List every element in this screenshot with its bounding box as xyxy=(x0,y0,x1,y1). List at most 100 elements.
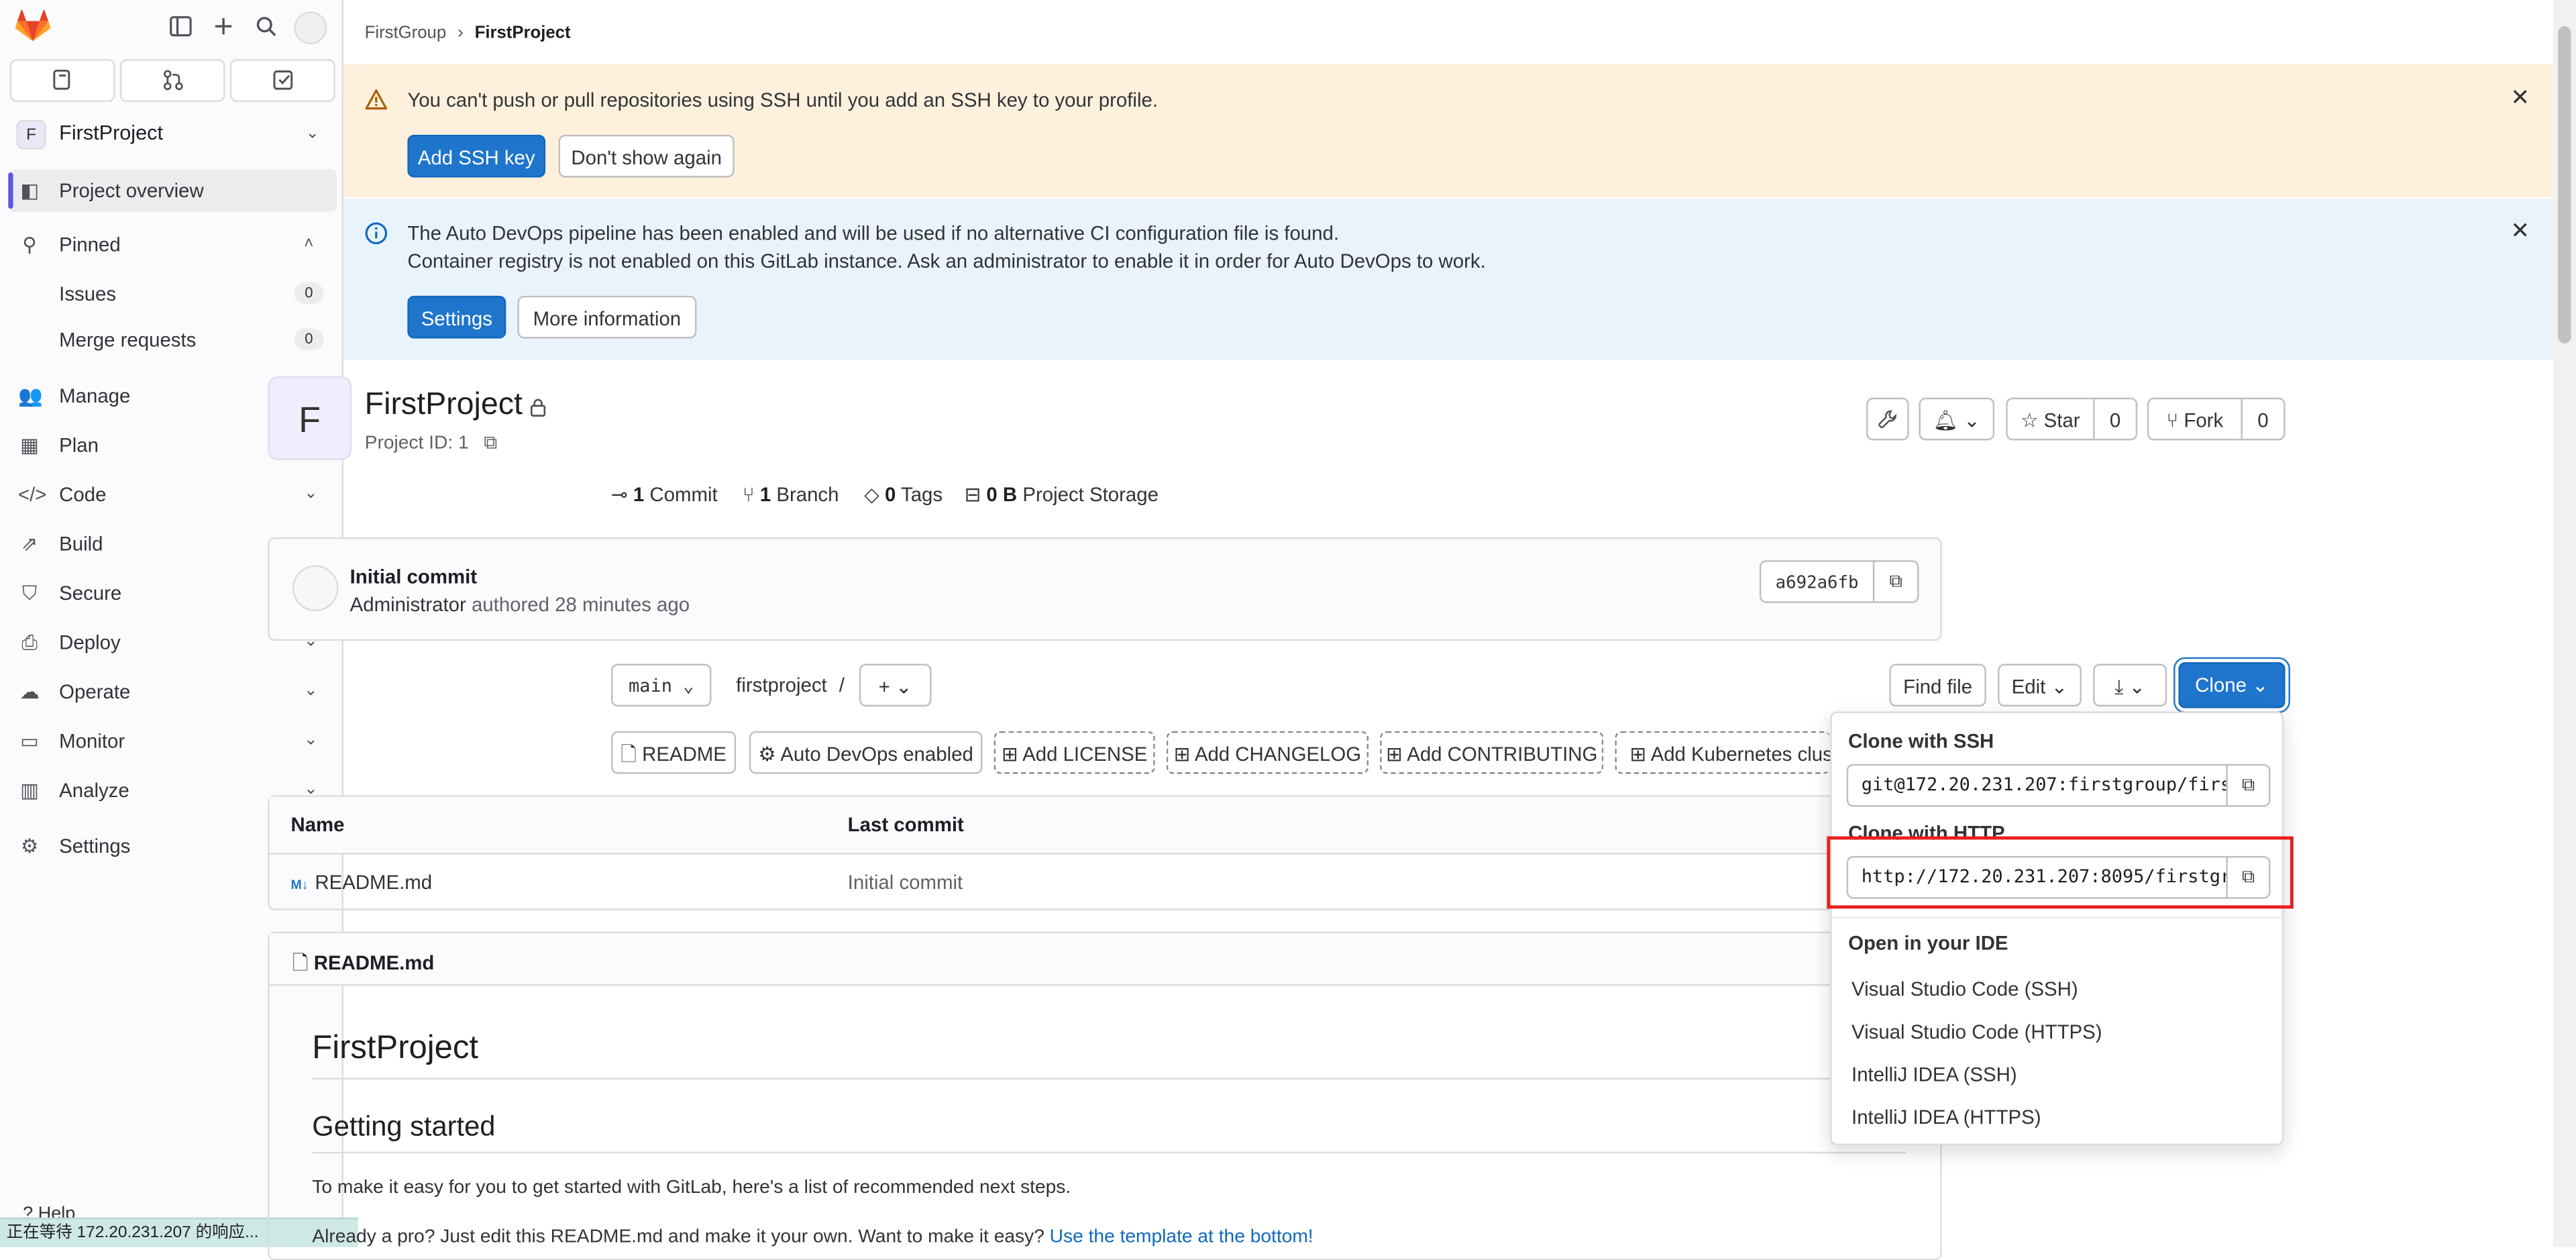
issues-counter-button[interactable] xyxy=(9,59,115,102)
chevron-down-icon: ⌄ xyxy=(896,675,912,698)
clone-ssh-heading: Clone with SSH xyxy=(1848,729,1994,753)
issues-count-badge: 0 xyxy=(294,282,324,305)
chevron-down-icon: ⌄ xyxy=(683,675,694,697)
close-icon[interactable]: ✕ xyxy=(2510,85,2530,108)
fork-button[interactable]: ⑂ Fork xyxy=(2147,397,2243,441)
file-name-cell[interactable]: M↓ README.md xyxy=(290,871,432,894)
storage-stat[interactable]: ⊟ 0 B Project Storage xyxy=(965,483,1159,506)
storage-icon: ⊟ xyxy=(964,483,981,507)
ide-item-vscode-https[interactable]: Visual Studio Code (HTTPS) xyxy=(1851,1020,2102,1043)
readme-panel: 🗋︎ README.md FirstProject Getting starte… xyxy=(268,931,1942,1260)
dont-show-again-button[interactable]: Don't show again xyxy=(558,134,735,178)
commit-sha-group: a692a6fb ⧉ xyxy=(1759,560,1919,603)
commits-stat[interactable]: ⊸ 1 Commit xyxy=(611,483,718,506)
file-name: README.md xyxy=(315,870,433,894)
ide-item-intellij-https[interactable]: IntelliJ IDEA (HTTPS) xyxy=(1851,1106,2041,1128)
readme-filename: 🗋︎ README.md xyxy=(292,948,434,982)
star-label: Star xyxy=(2043,409,2080,433)
notification-dropdown[interactable]: 🔔︎ ⌄ xyxy=(1919,397,1995,441)
commit-author[interactable]: Administrator xyxy=(350,593,466,616)
shortcut-label: README xyxy=(642,742,727,766)
breadcrumb-project[interactable]: FirstProject xyxy=(475,23,571,42)
more-information-button[interactable]: More information xyxy=(517,295,697,339)
bell-icon: 🔔︎ xyxy=(1933,409,1958,433)
star-count[interactable]: 0 xyxy=(2093,397,2138,441)
readme-paragraph: To make it easy for you to get started w… xyxy=(312,1177,1071,1198)
sidebar-toggle-icon[interactable] xyxy=(169,15,192,38)
copy-icon[interactable]: ⧉ xyxy=(484,434,497,454)
project-switcher-name: FirstProject xyxy=(59,121,163,145)
shield-icon: ⛉ xyxy=(22,581,38,605)
chevron-down-icon: ⌄ xyxy=(304,484,318,503)
nav-merge-requests[interactable]: Merge requests 0 xyxy=(0,321,341,360)
nav-label: Project overview xyxy=(59,178,204,203)
template-link[interactable]: Use the template at the bottom! xyxy=(1050,1227,1313,1247)
breadcrumb-group[interactable]: FirstGroup xyxy=(365,23,446,42)
fork-count[interactable]: 0 xyxy=(2241,397,2286,441)
nav-monitor[interactable]: ▭ Monitor ⌄ xyxy=(0,720,341,763)
ssh-url-field[interactable]: git@172.20.231.207:firstgroup/firs xyxy=(1846,764,2228,807)
plus-icon[interactable] xyxy=(212,15,235,38)
search-icon[interactable] xyxy=(255,15,278,38)
scrollbar-thumb[interactable] xyxy=(2558,26,2571,344)
find-file-button[interactable]: Find file xyxy=(1889,664,1986,707)
branches-stat[interactable]: ⑂ 1 Branch xyxy=(743,483,839,506)
ssh-key-alert: You can't push or pull repositories usin… xyxy=(343,64,2553,197)
project-id: Project ID: 1 ⧉ xyxy=(365,434,498,456)
chevron-down-icon: ⌄ xyxy=(2129,675,2146,698)
info-icon xyxy=(365,222,388,245)
repo-path-name[interactable]: firstproject xyxy=(736,674,827,696)
user-avatar[interactable] xyxy=(294,11,327,45)
clone-label: Clone xyxy=(2195,674,2247,697)
copy-icon[interactable]: ⧉ xyxy=(1872,560,1919,603)
last-commit-cell[interactable]: Initial commit xyxy=(848,871,963,894)
pin-icon: ⚲ xyxy=(22,233,37,257)
add-changelog-button[interactable]: ⊞ Add CHANGELOG xyxy=(1166,731,1369,774)
lock-icon xyxy=(529,398,547,417)
plus-square-icon: ⊞ xyxy=(1386,742,1403,766)
edit-dropdown[interactable]: Edit ⌄ xyxy=(1997,664,2082,707)
repo-path-separator: / xyxy=(839,674,845,697)
readme-subheading: Getting started xyxy=(312,1110,496,1143)
ide-item-intellij-ssh[interactable]: IntelliJ IDEA (SSH) xyxy=(1851,1063,2017,1086)
nav-operate[interactable]: ☁ Operate ⌄ xyxy=(0,670,341,713)
nav-issues[interactable]: Issues 0 xyxy=(0,274,341,314)
ide-item-vscode-ssh[interactable]: Visual Studio Code (SSH) xyxy=(1851,978,2078,1000)
open-in-ide-heading: Open in your IDE xyxy=(1848,931,2008,955)
code-icon: </> xyxy=(17,483,47,507)
settings-button[interactable]: Settings xyxy=(407,295,506,339)
author-avatar xyxy=(292,565,339,612)
todos-counter-button[interactable] xyxy=(229,59,335,102)
nav-label: Deploy xyxy=(59,631,121,654)
auto-devops-shortcut-button[interactable]: ⚙ Auto DevOps enabled xyxy=(749,731,983,774)
readme-shortcut-button[interactable]: 🗋︎ README xyxy=(611,731,737,774)
download-dropdown[interactable]: ⤓ ⌄ xyxy=(2093,664,2167,707)
add-to-tree-dropdown[interactable]: + ⌄ xyxy=(859,664,932,707)
star-button[interactable]: ☆ Star xyxy=(2006,397,2095,441)
copy-icon[interactable]: ⧉ xyxy=(2226,764,2271,807)
nav-pinned[interactable]: ⚲ Pinned ˄ xyxy=(0,223,341,266)
commit-sha[interactable]: a692a6fb xyxy=(1759,560,1875,603)
nav-label: Manage xyxy=(59,384,131,408)
add-license-button[interactable]: ⊞ Add LICENSE xyxy=(994,731,1155,774)
gitlab-logo-icon[interactable] xyxy=(15,9,51,43)
add-contributing-button[interactable]: ⊞ Add CONTRIBUTING xyxy=(1380,731,1604,774)
project-switcher[interactable]: F FirstProject ⌄ xyxy=(10,115,335,154)
shortcut-label: Add CONTRIBUTING xyxy=(1407,742,1598,766)
nav-project-overview[interactable]: ◧ Project overview xyxy=(8,169,337,212)
commit-title[interactable]: Initial commit xyxy=(350,565,477,588)
tags-stat[interactable]: ◇ 0 Tags xyxy=(864,483,943,506)
nav-label: Operate xyxy=(59,680,131,704)
commit-icon: ⊸ xyxy=(611,483,628,507)
clone-dropdown-button[interactable]: Clone ⌄ xyxy=(2178,662,2286,708)
nav-code[interactable]: </> Code ⌄ xyxy=(0,473,341,516)
add-ssh-key-button[interactable]: Add SSH key xyxy=(407,134,546,178)
download-icon: ⤓ xyxy=(2114,675,2124,698)
merge-requests-counter-button[interactable] xyxy=(119,59,225,102)
add-kubernetes-cluster-button[interactable]: ⊞ Add Kubernetes clust xyxy=(1615,731,1831,774)
branch-selector[interactable]: main ⌄ xyxy=(611,664,712,707)
wrench-icon[interactable] xyxy=(1866,397,1909,441)
page-scrollbar[interactable] xyxy=(2553,0,2576,1247)
chevron-down-icon: ⌄ xyxy=(1964,409,1980,433)
close-icon[interactable]: ✕ xyxy=(2510,219,2530,242)
